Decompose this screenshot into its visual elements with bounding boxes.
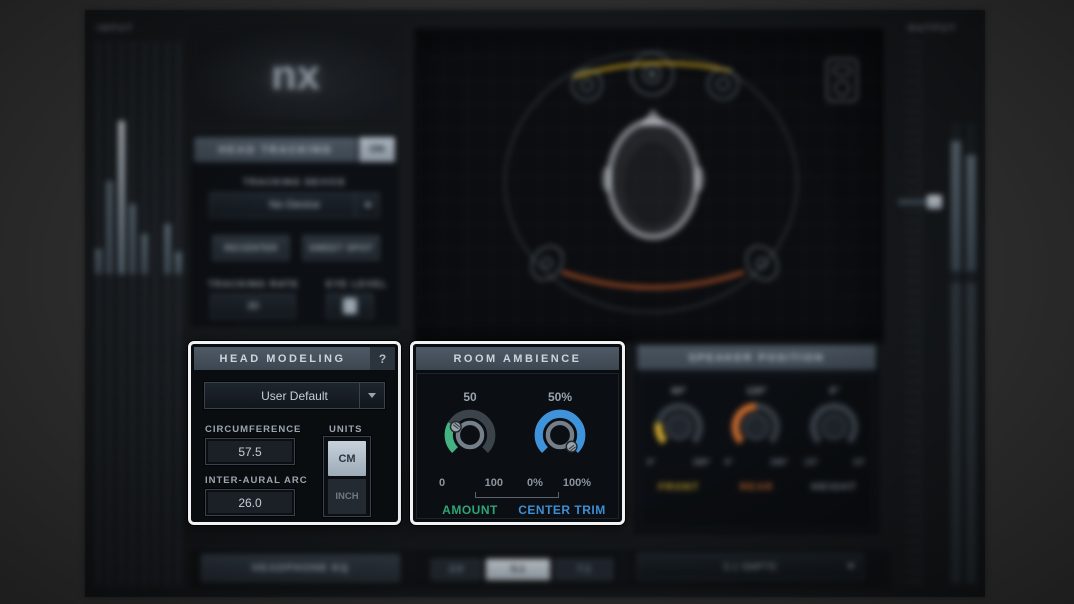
head-modeling-title: HEAD MODELING (194, 347, 371, 370)
input-meter-lanes (95, 41, 185, 586)
front-knob[interactable] (651, 399, 707, 455)
room-ambience-panel: ROOM AMBIENCE 50 50% 0100 0%100% AMOUNT … (410, 341, 625, 525)
head-tracking-panel: HEAD TRACKING ON TRACKING DEVICE No Devi… (191, 134, 398, 326)
divider (409, 551, 410, 585)
knob-link-indicator (475, 492, 559, 498)
mode-5-1-button[interactable]: 5.1 (486, 559, 550, 580)
mode-7-1-button[interactable]: 7.1 (555, 559, 613, 580)
amount-label: AMOUNT (425, 503, 515, 517)
interaural-arc-input[interactable]: 26.0 (205, 489, 295, 516)
height-knob-group: 0° -15°15° HEIGHT (798, 386, 870, 528)
eye-level-label: EYE LEVEL (326, 279, 387, 290)
speaker-position-title: SPEAKER POSITION (637, 345, 876, 370)
help-button[interactable]: ? (370, 347, 395, 370)
output-meter-right (966, 123, 976, 585)
output-label: OUTPUT (908, 23, 957, 33)
input-meter-lane (106, 41, 113, 586)
tracking-rate-value[interactable]: 30 (210, 293, 296, 319)
nx-logo-text: nx (271, 51, 320, 99)
output-fader-rail (920, 41, 921, 586)
amount-knob[interactable] (441, 406, 499, 464)
center-trim-value: 50% (522, 390, 598, 404)
input-meter-lane (141, 41, 148, 586)
front-range: 0°180° (647, 457, 711, 467)
circumference-label: CIRCUMFERENCE (205, 424, 301, 435)
output-fader-scale (906, 41, 919, 586)
tracking-device-label: TRACKING DEVICE (192, 177, 397, 188)
height-range: -15°15° (802, 457, 866, 467)
sweet-spot-button[interactable]: SWEET SPOT (302, 235, 380, 261)
input-meter-lane (152, 41, 159, 586)
visualization-grid (419, 33, 879, 339)
headphone-eq-button[interactable]: HEADPHONE EQ (201, 554, 400, 582)
interaural-arc-label: INTER-AURAL ARC (205, 475, 308, 486)
rear-range: 0°180° (724, 457, 788, 467)
height-knob[interactable] (806, 399, 862, 455)
units-switch: CM INCH (323, 436, 371, 517)
speaker-position-knobs: 60° 0°180° FRONT 120° (639, 375, 874, 529)
front-label: FRONT (658, 481, 699, 493)
recenter-button[interactable]: RECENTER (212, 235, 290, 261)
head-tracking-title: HEAD TRACKING (194, 137, 357, 162)
tracking-rate-label: TRACKING RATE (208, 279, 299, 290)
chevron-down-icon (355, 193, 379, 217)
center-trim-label: CENTER TRIM (517, 503, 607, 517)
head-preset-dropdown[interactable]: User Default (204, 382, 385, 409)
input-meter-lane (95, 41, 102, 586)
circumference-input[interactable]: 57.5 (205, 438, 295, 465)
rear-knob-group: 120° 0°180° REAR (720, 386, 792, 528)
output-format-value: 5.1 SMPTE (724, 561, 778, 573)
center-trim-knob[interactable] (531, 406, 589, 464)
unit-inch-button[interactable]: INCH (328, 479, 366, 514)
nx-logo: nx (192, 28, 399, 121)
units-label: UNITS (329, 424, 363, 435)
output-format-dropdown[interactable]: 5.1 SMPTE (637, 553, 864, 580)
screenshot-stage: INPUT nx HEAD TRACKING ON TRACKING DEVIC… (0, 0, 1074, 604)
rear-label: REAR (740, 481, 774, 493)
divider (621, 551, 622, 585)
room-ambience-title: ROOM AMBIENCE (416, 347, 619, 370)
front-knob-group: 60° 0°180° FRONT (643, 386, 715, 528)
unit-cm-button[interactable]: CM (328, 441, 366, 476)
tracking-device-value: No Device (269, 199, 320, 211)
head-modeling-panel: HEAD MODELING ? User Default CIRCUMFEREN… (188, 341, 401, 525)
eye-level-toggle-knob (343, 298, 357, 314)
rear-knob[interactable] (728, 399, 784, 455)
speaker-position-panel: SPEAKER POSITION 60° 0°180° FRONT 120° (634, 342, 879, 534)
chevron-down-icon (847, 564, 855, 569)
amount-range: 0100 (439, 477, 503, 489)
output-meter-strip: OUTPUT (892, 19, 984, 591)
amount-value: 50 (432, 390, 508, 404)
output-fader-handle[interactable] (898, 195, 942, 209)
mode-2-0-button[interactable]: 2.0 (431, 559, 481, 580)
rear-value: 120° (746, 386, 767, 397)
tracking-device-dropdown[interactable]: No Device (209, 192, 380, 218)
input-meter-lane (175, 41, 182, 586)
input-meter-lane (164, 41, 171, 586)
front-value: 60° (671, 386, 686, 397)
head-tracking-on-button[interactable]: ON (359, 137, 395, 162)
input-meter-lane (118, 41, 125, 586)
chevron-down-icon (359, 383, 384, 408)
output-meter-left (951, 123, 961, 585)
height-label: HEIGHT (811, 481, 857, 493)
room-visualization-panel (414, 28, 884, 344)
head-preset-value: User Default (261, 389, 328, 403)
center-trim-range: 0%100% (527, 477, 591, 489)
eye-level-toggle[interactable] (326, 293, 374, 319)
height-value: 0° (829, 386, 839, 397)
input-meter-lane (129, 41, 136, 586)
input-meter-strip: INPUT (91, 19, 187, 589)
input-label: INPUT (97, 23, 134, 33)
